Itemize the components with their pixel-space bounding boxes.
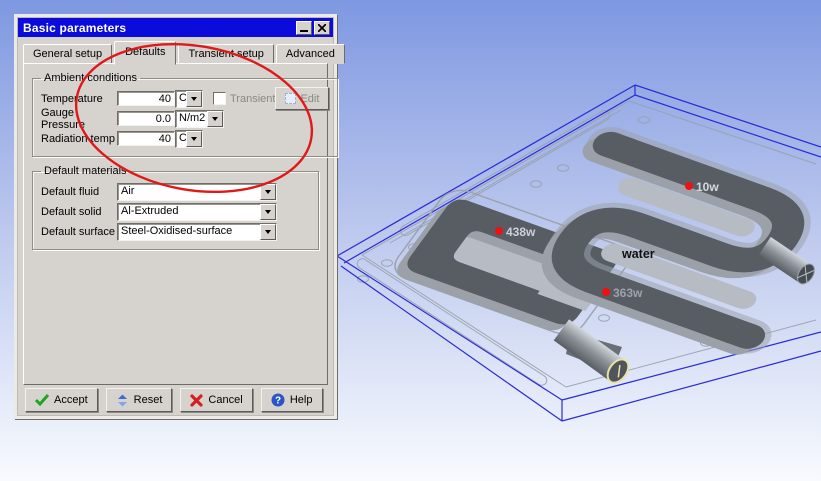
- dialog-button-row: Accept Reset Cancel ? Help: [23, 382, 328, 412]
- default-surface-row: Default surface Steel-Oxidised-surface: [41, 223, 312, 240]
- default-surface-dropdown-button[interactable]: [260, 224, 276, 240]
- radiation-temp-unit-combo[interactable]: C: [175, 130, 203, 148]
- default-fluid-value: Air: [118, 184, 260, 200]
- default-fluid-row: Default fluid Air: [41, 183, 312, 200]
- temperature-row: Temperature C Transient Edit: [41, 90, 331, 107]
- default-solid-label: Default solid: [41, 206, 117, 218]
- help-button[interactable]: ? Help: [261, 388, 323, 412]
- default-fluid-combo[interactable]: Air: [117, 183, 277, 201]
- power-label-363w: 363w: [613, 286, 643, 300]
- edit-button[interactable]: Edit: [275, 87, 329, 110]
- reset-icon: [116, 394, 129, 407]
- default-surface-value: Steel-Oxidised-surface: [118, 224, 260, 240]
- gauge-pressure-unit-dropdown-button[interactable]: [207, 111, 223, 127]
- transient-checkbox[interactable]: [213, 92, 226, 105]
- tab-bar: General setup Defaults Transient setup A…: [23, 43, 328, 63]
- basic-parameters-dialog: Basic parameters General setup Defaults …: [14, 14, 337, 419]
- temperature-input[interactable]: [117, 91, 175, 106]
- gauge-pressure-unit-value: N/m2: [176, 111, 207, 127]
- svg-text:?: ?: [275, 396, 281, 407]
- default-materials-group: Default materials Default fluid Air Defa…: [32, 165, 319, 250]
- chevron-down-icon: [191, 97, 197, 104]
- chevron-down-icon: [212, 117, 218, 124]
- close-icon: [318, 24, 326, 32]
- minimize-button[interactable]: [296, 21, 312, 35]
- cancel-button-label: Cancel: [208, 394, 242, 406]
- fluid-label-water: water: [621, 247, 655, 261]
- chevron-down-icon: [191, 137, 197, 144]
- accept-check-icon: [35, 394, 49, 406]
- reset-button[interactable]: Reset: [106, 388, 173, 412]
- radiation-temp-input[interactable]: [117, 131, 175, 146]
- default-solid-value: Al-Extruded: [118, 204, 260, 220]
- transient-label: Transient: [230, 93, 275, 105]
- gauge-pressure-input[interactable]: [117, 111, 175, 126]
- power-label-438w: 438w: [506, 225, 536, 239]
- default-solid-dropdown-button[interactable]: [260, 204, 276, 220]
- accept-button-label: Accept: [54, 394, 88, 406]
- power-marker-363w: [602, 288, 610, 296]
- default-solid-combo[interactable]: Al-Extruded: [117, 203, 277, 221]
- gauge-pressure-label: Gauge Pressure: [41, 107, 117, 131]
- power-label-10w: 10w: [696, 180, 719, 194]
- temperature-unit-dropdown-button[interactable]: [186, 91, 202, 107]
- ambient-conditions-group: Ambient conditions Temperature C Transie…: [32, 72, 338, 157]
- radiation-temp-row: Radiation temp C: [41, 130, 331, 147]
- defaults-tab-panel: Ambient conditions Temperature C Transie…: [23, 63, 328, 385]
- radiation-temp-label: Radiation temp: [41, 133, 117, 145]
- radiation-temp-unit-dropdown-button[interactable]: [186, 131, 202, 147]
- accept-button[interactable]: Accept: [25, 388, 98, 412]
- cancel-x-icon: [190, 394, 203, 407]
- close-button[interactable]: [314, 21, 330, 35]
- temperature-unit-combo[interactable]: C: [175, 90, 203, 108]
- ambient-conditions-title: Ambient conditions: [41, 72, 140, 84]
- default-surface-combo[interactable]: Steel-Oxidised-surface: [117, 223, 277, 241]
- tab-general-setup[interactable]: General setup: [23, 44, 112, 64]
- default-solid-row: Default solid Al-Extruded: [41, 203, 312, 220]
- gauge-pressure-unit-combo[interactable]: N/m2: [175, 110, 224, 128]
- chevron-down-icon: [265, 230, 271, 237]
- radiation-temp-unit-value: C: [176, 131, 186, 147]
- tab-advanced[interactable]: Advanced: [276, 44, 345, 64]
- tab-defaults[interactable]: Defaults: [114, 41, 176, 65]
- default-fluid-label: Default fluid: [41, 186, 117, 198]
- dialog-titlebar[interactable]: Basic parameters: [18, 18, 333, 37]
- chevron-down-icon: [265, 190, 271, 197]
- cancel-button[interactable]: Cancel: [180, 388, 252, 412]
- minimize-icon: [300, 30, 308, 32]
- gauge-pressure-row: Gauge Pressure N/m2: [41, 110, 331, 127]
- help-icon: ?: [271, 393, 285, 407]
- dialog-title: Basic parameters: [23, 21, 294, 35]
- edit-icon: [285, 93, 296, 104]
- reset-button-label: Reset: [134, 394, 163, 406]
- temperature-label: Temperature: [41, 93, 117, 105]
- temperature-unit-value: C: [176, 91, 186, 107]
- tab-transient-setup[interactable]: Transient setup: [178, 44, 273, 64]
- chevron-down-icon: [265, 210, 271, 217]
- help-button-label: Help: [290, 394, 313, 406]
- default-surface-label: Default surface: [41, 226, 117, 238]
- power-marker-438w: [495, 227, 503, 235]
- default-materials-title: Default materials: [41, 165, 130, 177]
- default-fluid-dropdown-button[interactable]: [260, 184, 276, 200]
- edit-button-label: Edit: [300, 93, 319, 105]
- power-marker-10w: [685, 182, 693, 190]
